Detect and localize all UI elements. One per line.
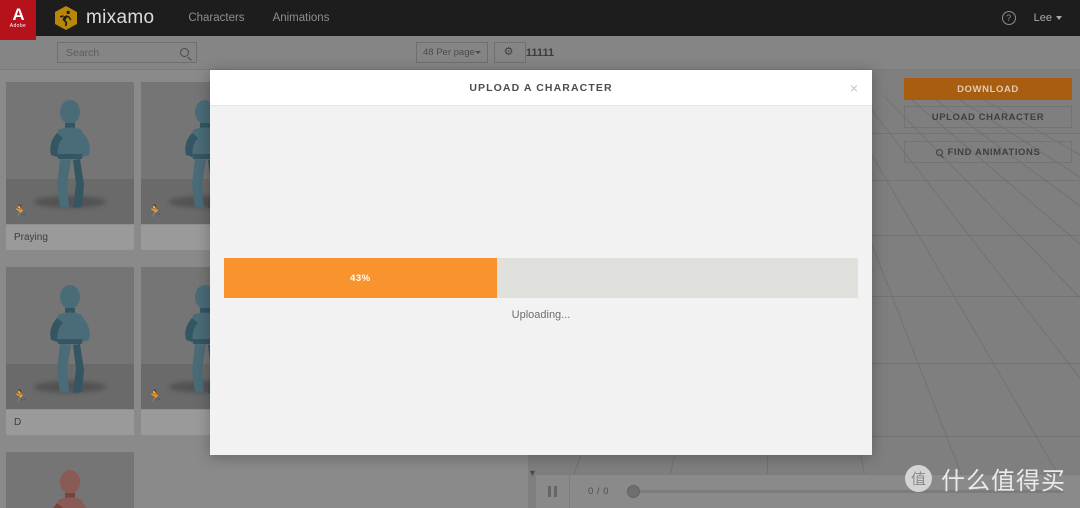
download-button[interactable]: DOWNLOAD	[904, 78, 1072, 100]
upload-progress-fill: 43%	[224, 258, 497, 298]
adobe-logo-mark: A	[12, 5, 24, 24]
character-thumbnail[interactable]: 🏃	[6, 267, 134, 409]
brand-name: mixamo	[86, 7, 155, 28]
adobe-logo[interactable]: A Adobe	[0, 0, 36, 40]
animation-player-bar: 0 / 0	[536, 474, 1080, 508]
character-name-label: D	[6, 409, 134, 435]
character-card[interactable]: 🏃 Praying	[6, 82, 134, 250]
search-input[interactable]	[58, 46, 168, 59]
upload-status-text: Uploading...	[511, 309, 571, 321]
frame-counter: 0 / 0	[588, 486, 609, 497]
timeline-slider[interactable]	[627, 475, 1064, 508]
per-page-dropdown[interactable]: 48 Per page	[416, 42, 488, 63]
chevron-down-icon	[1056, 16, 1062, 20]
toolbar: 11111 48 Per page ⚙	[0, 36, 1080, 70]
nav-links: Characters Animations	[188, 12, 329, 24]
action-panel: DOWNLOAD UPLOAD CHARACTER FIND ANIMATION…	[896, 70, 1080, 177]
modal-title: UPLOAD A CHARACTER	[469, 81, 613, 94]
character-name-label: Praying	[6, 224, 134, 250]
search-icon	[180, 48, 189, 57]
character-thumbnail[interactable]: 🏃	[6, 452, 134, 508]
running-person-hex-icon	[54, 5, 78, 31]
close-icon[interactable]: ×	[850, 81, 858, 95]
mixamo-app: 🏃Praying🏃🏃🏃Samba Dancing🏃D🏃🏃🏃🏃 DOWNLOAD …	[0, 0, 1080, 508]
chevron-down-icon	[475, 51, 481, 54]
modal-body: 43% Uploading...	[210, 106, 872, 455]
settings-dropdown-button[interactable]: ⚙	[494, 42, 526, 63]
timeline-handle[interactable]	[627, 485, 640, 498]
gear-icon: ⚙	[503, 46, 514, 58]
upload-progress-bar: 43%	[224, 258, 858, 298]
character-card[interactable]: 🏃 D	[6, 267, 134, 435]
nav-link-animations[interactable]: Animations	[273, 12, 330, 24]
user-name: Lee	[1033, 12, 1052, 24]
mixamo-brand[interactable]: mixamo	[54, 5, 154, 31]
character-card[interactable]: 🏃	[6, 452, 134, 508]
per-page-label: 48 Per page	[423, 47, 475, 58]
search-box[interactable]	[57, 42, 197, 63]
user-menu[interactable]: Lee	[1034, 12, 1062, 24]
modal-header: UPLOAD A CHARACTER ×	[210, 70, 872, 106]
upload-progress-label: 43%	[350, 272, 371, 284]
nav-link-characters[interactable]: Characters	[188, 12, 244, 24]
adobe-logo-word: Adobe	[9, 23, 27, 29]
upload-character-button[interactable]: UPLOAD CHARACTER	[904, 106, 1072, 128]
running-person-icon: 🏃	[12, 204, 29, 219]
find-animations-label: FIND ANIMATIONS	[947, 146, 1041, 158]
upload-character-modal: UPLOAD A CHARACTER × 43% Uploading...	[210, 70, 872, 455]
running-person-icon: 🏃	[147, 389, 164, 404]
scroll-down-arrow-icon[interactable]: ▼	[528, 468, 542, 486]
character-thumbnail[interactable]: 🏃	[6, 82, 134, 224]
top-navbar: A Adobe mixamo Characters Animations ? L…	[0, 0, 1080, 40]
running-person-icon: 🏃	[147, 204, 164, 219]
running-person-icon: 🏃	[12, 389, 29, 404]
navbar-right: ? Lee	[1001, 11, 1080, 25]
find-animations-button[interactable]: FIND ANIMATIONS	[904, 141, 1072, 163]
search-icon	[935, 148, 943, 156]
help-icon[interactable]: ?	[1001, 11, 1016, 25]
timeline-track	[627, 490, 1064, 493]
